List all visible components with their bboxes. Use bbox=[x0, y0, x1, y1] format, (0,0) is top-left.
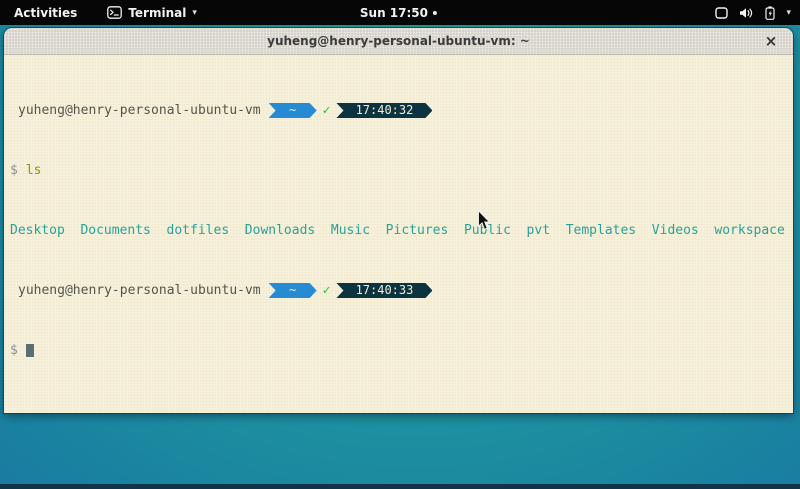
clock-menu[interactable]: Sun 17:50 bbox=[360, 0, 437, 25]
terminal-screen[interactable]: yuheng@henry-personal-ubuntu-vm ~ ✓ 17:40:3… bbox=[4, 55, 793, 413]
app-menu-label: Terminal bbox=[128, 6, 186, 20]
notification-dot-icon bbox=[433, 11, 437, 15]
input-line: $ bbox=[10, 343, 793, 358]
command-text: ls bbox=[26, 163, 42, 178]
prompt-status-check-icon: ✓ bbox=[323, 283, 331, 298]
prompt-time-segment: 17:40:32 bbox=[336, 103, 432, 118]
chevron-down-icon: ▾ bbox=[192, 8, 197, 18]
battery-charging-icon bbox=[765, 6, 775, 20]
prompt-status-check-icon: ✓ bbox=[323, 103, 331, 118]
clock-label: Sun 17:50 bbox=[360, 6, 428, 20]
command-line: $ ls bbox=[10, 163, 793, 178]
prompt-user: yuheng@henry-personal-ubuntu-vm bbox=[18, 103, 261, 118]
terminal-window: yuheng@henry-personal-ubuntu-vm: ~ × yuh… bbox=[4, 28, 793, 413]
ls-output: Desktop Documents dotfiles Downloads Mus… bbox=[10, 223, 793, 238]
prompt-line: yuheng@henry-personal-ubuntu-vm ~ ✓ 17:40:3… bbox=[10, 283, 793, 298]
terminal-app-icon bbox=[107, 6, 122, 19]
prompt-path-segment: ~ bbox=[269, 283, 317, 298]
chevron-down-icon: ▾ bbox=[786, 8, 791, 18]
terminal-cursor bbox=[26, 344, 34, 357]
volume-icon bbox=[739, 7, 754, 19]
display-icon bbox=[715, 7, 728, 19]
desktop-bottom-edge bbox=[0, 484, 800, 489]
prompt-symbol: $ bbox=[10, 343, 18, 358]
window-title: yuheng@henry-personal-ubuntu-vm: ~ bbox=[267, 34, 530, 48]
prompt-line: yuheng@henry-personal-ubuntu-vm ~ ✓ 17:40:3… bbox=[10, 103, 793, 118]
prompt-path-segment: ~ bbox=[269, 103, 317, 118]
app-menu-terminal[interactable]: Terminal ▾ bbox=[107, 6, 197, 20]
prompt-user: yuheng@henry-personal-ubuntu-vm bbox=[18, 283, 261, 298]
close-icon[interactable]: × bbox=[762, 32, 780, 50]
top-bar: Activities Terminal ▾ Sun 17:50 bbox=[0, 0, 800, 25]
prompt-symbol: $ bbox=[10, 163, 18, 178]
system-status-menu[interactable]: ▾ bbox=[715, 0, 791, 25]
activities-button[interactable]: Activities bbox=[10, 4, 81, 22]
window-titlebar[interactable]: yuheng@henry-personal-ubuntu-vm: ~ × bbox=[4, 28, 793, 55]
prompt-time-segment: 17:40:33 bbox=[336, 283, 432, 298]
